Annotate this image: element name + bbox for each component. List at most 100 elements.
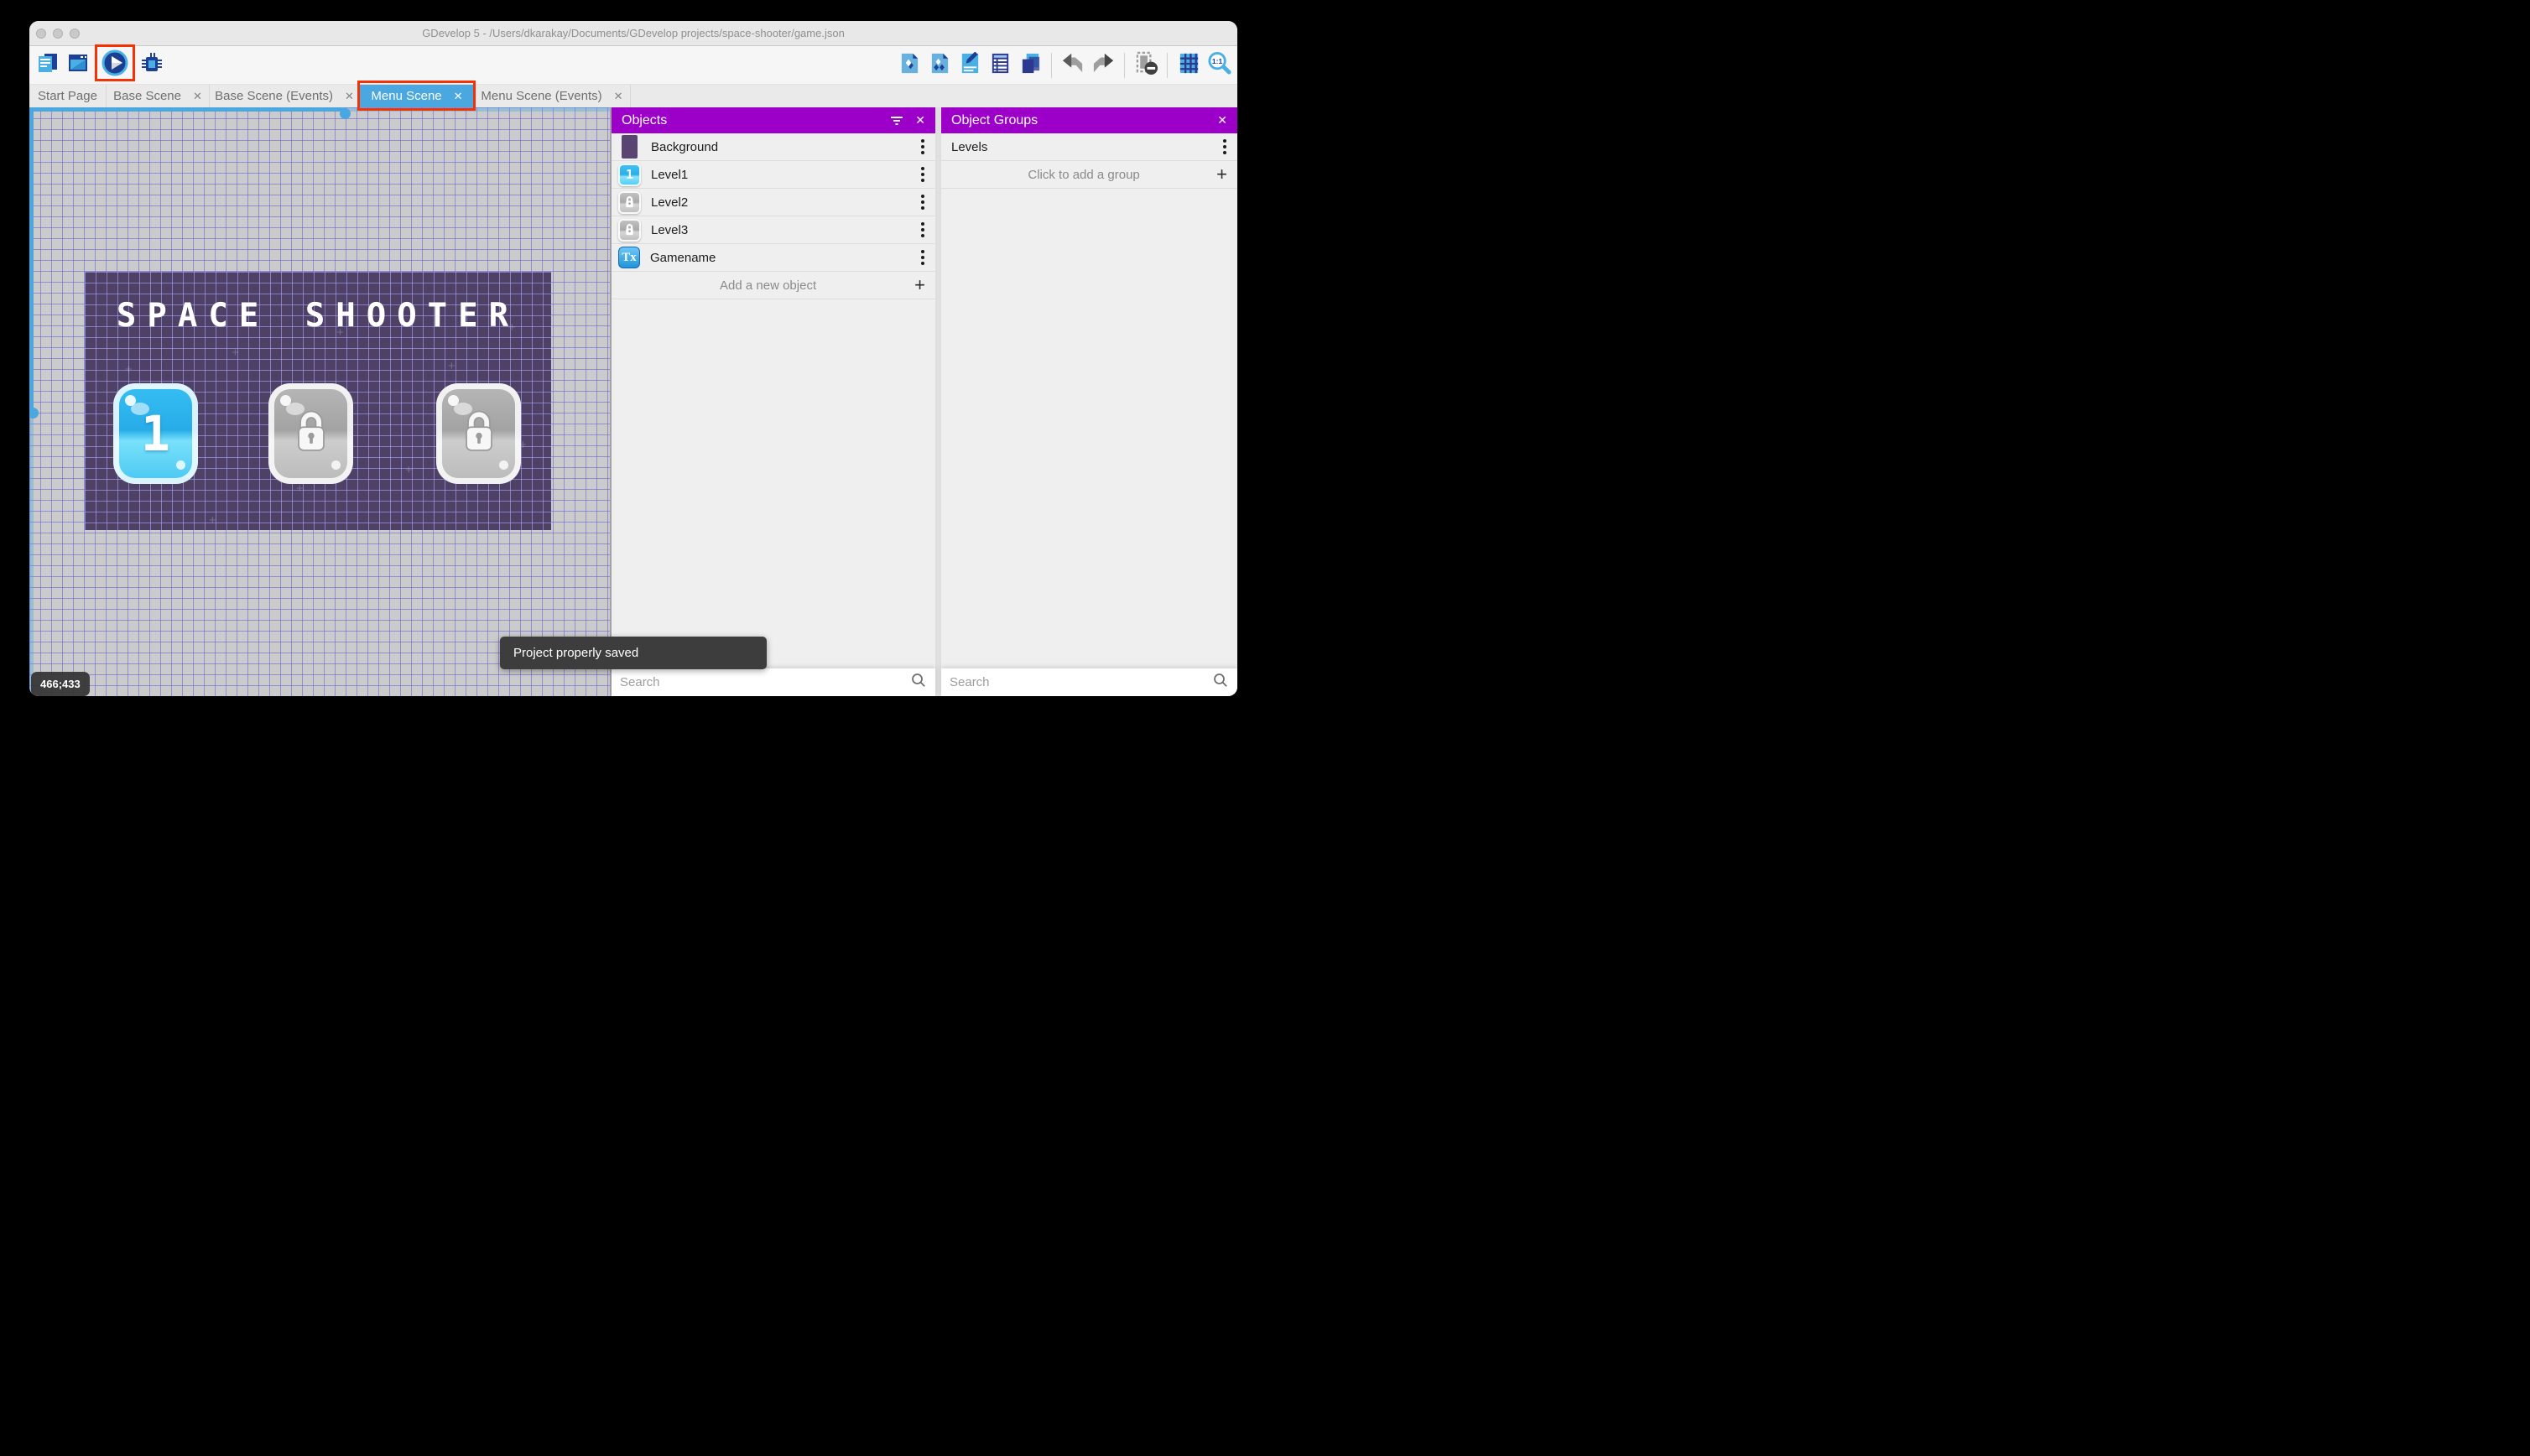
close-panel-icon[interactable]: ✕ bbox=[1217, 113, 1227, 127]
debugger-chip-icon bbox=[140, 51, 164, 79]
undo-icon bbox=[1061, 52, 1085, 78]
layers-panel-toggle-button[interactable] bbox=[1018, 51, 1043, 80]
horizontal-scrollbar-rest[interactable] bbox=[346, 107, 610, 112]
close-panel-icon[interactable]: ✕ bbox=[915, 113, 925, 127]
add-object-row[interactable]: Add a new object + bbox=[612, 272, 935, 299]
editor-tabbar: Start Page Base Scene ✕ Base Scene (Even… bbox=[29, 84, 1237, 107]
project-manager-button[interactable] bbox=[35, 51, 60, 80]
object-menu-kebab-icon[interactable] bbox=[915, 221, 930, 239]
toolbar-separator bbox=[1167, 52, 1168, 78]
undo-button[interactable] bbox=[1060, 51, 1085, 80]
vertical-scrollbar-rest[interactable] bbox=[29, 413, 34, 696]
tab-close-icon[interactable]: ✕ bbox=[614, 90, 623, 103]
tab-label: Menu Scene bbox=[371, 89, 442, 103]
object-row-level3[interactable]: Level3 bbox=[612, 216, 935, 244]
window-controls bbox=[36, 29, 80, 39]
window-title: GDevelop 5 - /Users/dkarakay/Documents/G… bbox=[422, 27, 845, 39]
objects-panel: Objects ✕ Background 1 Level1 Level2 Lev… bbox=[612, 107, 935, 696]
tab-base-scene[interactable]: Base Scene ✕ bbox=[107, 85, 210, 107]
object-groups-panel-toggle-button[interactable] bbox=[927, 51, 952, 80]
layers-icon bbox=[1019, 52, 1042, 79]
properties-panel-toggle-button[interactable] bbox=[957, 50, 982, 80]
game-title-text: SPACE SHOOTER bbox=[116, 297, 520, 335]
group-menu-kebab-icon[interactable] bbox=[1217, 138, 1232, 156]
object-menu-kebab-icon[interactable] bbox=[915, 138, 930, 156]
object-groups-panel-header: Object Groups ✕ bbox=[941, 107, 1237, 133]
scene-editor-canvas[interactable]: + + + + + + + + + + SPACE SHOOTER 1 bbox=[29, 107, 610, 696]
debugger-button[interactable] bbox=[139, 51, 164, 80]
scene-window-icon bbox=[66, 51, 90, 79]
panel-gap bbox=[935, 107, 941, 696]
play-icon bbox=[101, 49, 129, 81]
object-row-gamename[interactable]: Tx Gamename bbox=[612, 244, 935, 272]
tab-base-scene-events[interactable]: Base Scene (Events) ✕ bbox=[210, 85, 360, 107]
toolbar-separator bbox=[1124, 52, 1125, 78]
tab-start-page[interactable]: Start Page bbox=[29, 85, 107, 107]
minimize-window-button[interactable] bbox=[53, 29, 63, 39]
instances-list-panel-toggle-button[interactable] bbox=[987, 51, 1013, 80]
add-group-row[interactable]: Click to add a group + bbox=[941, 161, 1237, 189]
group-row-levels[interactable]: Levels bbox=[941, 133, 1237, 161]
tab-label: Base Scene (Events) bbox=[215, 89, 333, 103]
level1-button-instance[interactable]: 1 bbox=[113, 383, 198, 484]
zoom-1-1-icon: 1:1 bbox=[1207, 51, 1231, 80]
groups-search-bar bbox=[941, 668, 1237, 696]
tab-close-icon[interactable]: ✕ bbox=[345, 90, 354, 103]
object-row-background[interactable]: Background bbox=[612, 133, 935, 161]
zoom-one-to-one-button[interactable]: 1:1 bbox=[1206, 51, 1231, 80]
object-row-level1[interactable]: 1 Level1 bbox=[612, 161, 935, 189]
add-object-plus-icon[interactable]: + bbox=[914, 276, 925, 294]
instances-list-icon bbox=[989, 52, 1012, 79]
toolbar-right-group: 1:1 bbox=[897, 50, 1231, 80]
search-icon bbox=[1212, 672, 1229, 693]
horizontal-scrollbar-thumb[interactable] bbox=[340, 108, 351, 119]
objects-panel-title: Objects bbox=[622, 112, 668, 127]
filter-icon[interactable] bbox=[890, 116, 903, 126]
tab-close-icon[interactable]: ✕ bbox=[454, 90, 463, 103]
play-preview-button[interactable] bbox=[96, 49, 134, 81]
svg-text:1:1: 1:1 bbox=[1211, 56, 1222, 65]
object-groups-document-icon bbox=[929, 52, 951, 79]
titlebar: GDevelop 5 - /Users/dkarakay/Documents/G… bbox=[29, 21, 1237, 46]
vertical-scrollbar-thumb[interactable] bbox=[29, 408, 39, 419]
object-groups-panel: Object Groups ✕ Levels Click to add a gr… bbox=[941, 107, 1237, 696]
objects-search-bar bbox=[612, 668, 935, 696]
tab-close-icon[interactable]: ✕ bbox=[193, 90, 202, 103]
save-toast: Project properly saved bbox=[500, 637, 767, 669]
tab-menu-scene-events[interactable]: Menu Scene (Events) ✕ bbox=[474, 85, 631, 107]
properties-pencil-icon bbox=[959, 50, 981, 79]
object-menu-kebab-icon[interactable] bbox=[915, 193, 930, 211]
project-manager-icon bbox=[36, 51, 60, 79]
gamename-text-thumbnail: Tx bbox=[618, 247, 640, 268]
tab-label: Start Page bbox=[38, 89, 97, 103]
toolbar: 1:1 bbox=[29, 46, 1237, 84]
lock-icon bbox=[292, 408, 331, 460]
toggle-instances-mask-button[interactable] bbox=[1133, 51, 1158, 80]
tab-label: Base Scene bbox=[113, 89, 181, 103]
objects-panel-toggle-button[interactable] bbox=[897, 51, 922, 80]
mask-minus-icon bbox=[1134, 51, 1158, 80]
objects-panel-header: Objects ✕ bbox=[612, 107, 935, 133]
vertical-scrollbar-track[interactable] bbox=[29, 107, 34, 413]
maximize-window-button[interactable] bbox=[70, 29, 80, 39]
object-menu-kebab-icon[interactable] bbox=[915, 165, 930, 184]
object-row-level2[interactable]: Level2 bbox=[612, 189, 935, 216]
object-menu-kebab-icon[interactable] bbox=[915, 248, 930, 267]
level3-button-instance[interactable] bbox=[436, 383, 521, 484]
gdevelop-window: GDevelop 5 - /Users/dkarakay/Documents/G… bbox=[29, 21, 1237, 696]
level3-locked-thumbnail bbox=[618, 218, 641, 242]
search-icon bbox=[910, 672, 927, 693]
lock-icon bbox=[460, 408, 498, 460]
tab-menu-scene[interactable]: Menu Scene ✕ bbox=[360, 85, 474, 107]
toolbar-separator bbox=[1051, 52, 1052, 78]
toolbar-left-group bbox=[35, 49, 164, 81]
add-group-plus-icon[interactable]: + bbox=[1216, 165, 1227, 184]
groups-search-input[interactable] bbox=[950, 675, 1212, 689]
level2-button-instance[interactable] bbox=[268, 383, 353, 484]
scene-editor-button[interactable] bbox=[65, 51, 91, 80]
redo-button[interactable] bbox=[1091, 51, 1116, 80]
horizontal-scrollbar-track[interactable] bbox=[29, 107, 346, 112]
close-window-button[interactable] bbox=[36, 29, 46, 39]
objects-search-input[interactable] bbox=[620, 675, 910, 689]
toggle-grid-button[interactable] bbox=[1176, 51, 1201, 80]
